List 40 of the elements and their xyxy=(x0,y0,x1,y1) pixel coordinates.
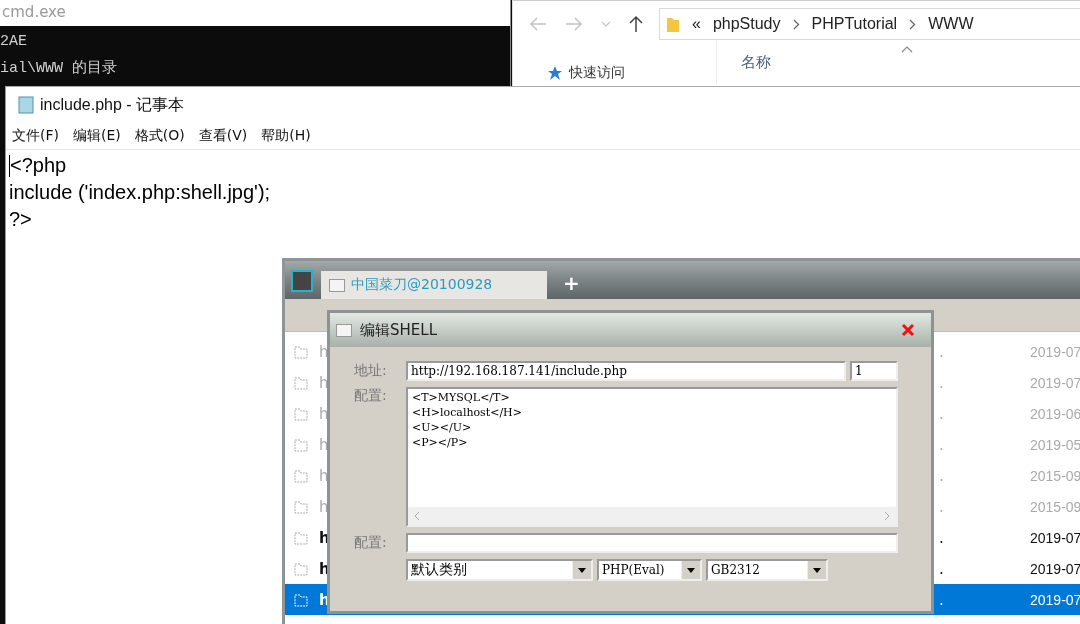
file-date: 2019-06 xyxy=(1030,405,1080,422)
table-cell-text: . xyxy=(939,404,945,423)
file-date: 2019-05 xyxy=(1030,436,1080,453)
window-title: include.php - 记事本 xyxy=(40,94,185,115)
table-cell-text: . xyxy=(939,435,945,454)
table-cell-text: . xyxy=(939,528,945,547)
nav-label: 快速访问 xyxy=(569,64,625,82)
config-line: <U></U> xyxy=(412,420,473,435)
file-date: 2019-07 xyxy=(1030,374,1080,391)
file-date: 2019-07 xyxy=(1030,343,1080,360)
table-cell-text: . xyxy=(939,342,945,361)
config-line: <P></P> xyxy=(412,435,469,450)
file-date: 2015-09 xyxy=(1030,467,1080,484)
field-label: 配置: xyxy=(354,534,388,552)
config-line: <H>localhost</H> xyxy=(412,405,523,420)
table-cell-text: . xyxy=(939,497,945,516)
field-label: 配置: xyxy=(354,387,388,405)
file-date: 2019-07 xyxy=(1030,591,1080,608)
config-line: <T>MYSQL</T> xyxy=(412,390,511,405)
table-cell-text: . xyxy=(939,559,945,578)
file-name: h xyxy=(319,497,329,516)
code-line: <?php xyxy=(10,153,67,178)
file-date: 2019-07 xyxy=(1030,560,1080,577)
code-line: include ('index.php:shell.jpg'); xyxy=(9,180,271,205)
file-name: h xyxy=(319,342,329,361)
window-title: cmd.exe xyxy=(0,0,510,26)
table-cell-text: . xyxy=(939,466,945,485)
table-cell-text: . xyxy=(939,590,945,609)
code-line: ?> xyxy=(9,207,32,232)
field-label: 地址: xyxy=(354,362,388,380)
file-name: h xyxy=(319,373,329,392)
file-date: 2015-09 xyxy=(1030,498,1080,515)
file-name: h xyxy=(319,404,329,423)
file-date: 2019-07 xyxy=(1030,529,1080,546)
console-line: 2AE xyxy=(0,32,28,52)
file-name: h xyxy=(319,435,329,454)
dialog-title: 编辑SHELL xyxy=(360,320,438,340)
console-line: ial\WWW 的目录 xyxy=(0,59,118,79)
file-name: h xyxy=(319,466,329,485)
table-cell-text: . xyxy=(939,373,945,392)
